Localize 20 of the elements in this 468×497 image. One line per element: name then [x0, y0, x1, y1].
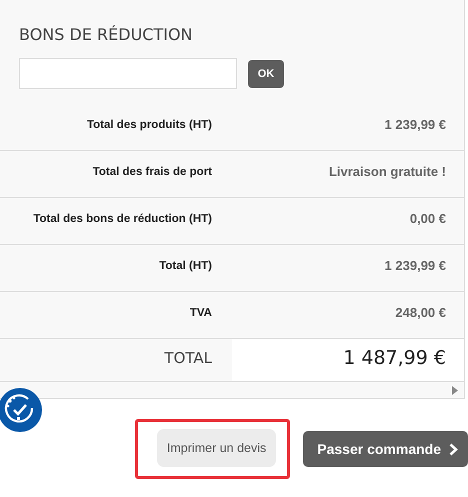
summary-value: 1 239,99 € — [384, 258, 446, 273]
scroll-right-icon[interactable] — [452, 386, 458, 395]
summary-label: Total des produits (HT) — [86, 119, 212, 131]
summary-label: Total (HT) — [159, 260, 212, 272]
ok-button[interactable]: OK — [248, 60, 284, 88]
section-title: BONS DE RÉDUCTION — [18, 24, 194, 44]
summary-value: 1 487,99 € — [343, 347, 446, 369]
summary-value: 1 239,99 € — [384, 117, 446, 132]
summary-label: Total des bons de réduction (HT) — [33, 213, 212, 225]
summary-value: 0,00 € — [410, 211, 446, 226]
summary-label: Total des frais de port — [92, 166, 212, 178]
voucher-input-field[interactable] — [19, 58, 237, 89]
chevron-right-icon — [449, 442, 458, 456]
summary-label: TOTAL — [164, 349, 212, 367]
print-quote-button[interactable]: Imprimer un devis — [156, 429, 276, 467]
summary-value: Livraison gratuite ! — [328, 164, 446, 179]
checkout-button[interactable]: Passer commande — [303, 431, 468, 467]
summary-label: TVA — [190, 307, 212, 319]
cookie-consent-icon[interactable] — [0, 388, 42, 432]
summary-value: 248,00 € — [395, 305, 446, 320]
